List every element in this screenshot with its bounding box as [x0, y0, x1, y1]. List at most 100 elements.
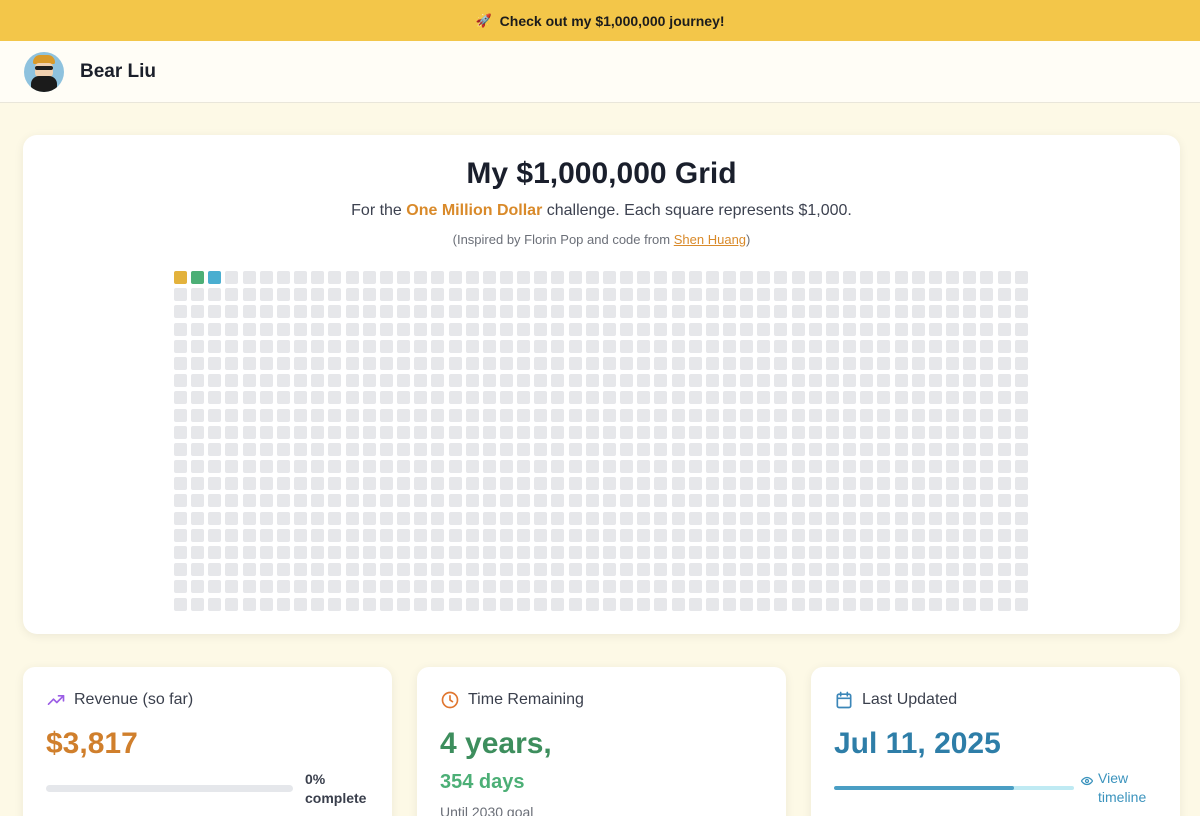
grid-square: [705, 597, 719, 611]
grid-square: [585, 356, 599, 370]
grid-square: [585, 528, 599, 542]
grid-square: [465, 339, 479, 353]
grid-square: [963, 374, 977, 388]
grid-square: [191, 563, 205, 577]
grid-square: [894, 580, 908, 594]
view-timeline-label[interactable]: View timeline: [1098, 769, 1158, 807]
banner-text[interactable]: Check out my $1,000,000 journey!: [500, 13, 725, 29]
grid-square: [757, 322, 771, 336]
grid-square: [740, 546, 754, 559]
grid-square: [208, 597, 222, 611]
grid-square: [225, 511, 239, 525]
grid-square: [431, 288, 445, 302]
grid-square: [294, 511, 308, 525]
grid-square: [517, 597, 531, 611]
grid-square: [345, 477, 359, 491]
grid-square: [688, 511, 702, 525]
credit-link[interactable]: Shen Huang: [674, 232, 746, 247]
grid-square: [757, 477, 771, 491]
grid-square: [963, 511, 977, 525]
grid-square: [946, 339, 960, 353]
grid-square: [877, 494, 891, 508]
grid-square: [997, 374, 1011, 388]
grid-square: [448, 339, 462, 353]
grid-square: [620, 460, 634, 474]
grid-square: [637, 563, 651, 577]
grid-square: [362, 271, 376, 284]
grid-square: [860, 442, 874, 456]
grid-square: [379, 374, 393, 388]
grid-square: [963, 546, 977, 559]
grid-square: [191, 442, 205, 456]
grid-square: [534, 288, 548, 302]
grid-square: [482, 477, 496, 491]
grid-square: [860, 597, 874, 611]
grid-square: [980, 322, 994, 336]
grid-square: [602, 460, 616, 474]
grid-square: [499, 494, 513, 508]
grid-square: [397, 494, 411, 508]
grid-square: [414, 442, 428, 456]
grid-square: [225, 288, 239, 302]
grid-square: [963, 442, 977, 456]
grid-square: [671, 288, 685, 302]
grid-square: [654, 425, 668, 439]
grid-square: [294, 477, 308, 491]
grid-square: [654, 597, 668, 611]
grid-square: [654, 305, 668, 319]
grid-square: [602, 408, 616, 422]
grid-square: [259, 494, 273, 508]
grid-square: [946, 305, 960, 319]
grid-square: [276, 339, 290, 353]
grid-square: [723, 271, 736, 284]
grid-square: [208, 494, 222, 508]
calendar-icon: [836, 691, 852, 709]
grid-square: [225, 339, 239, 353]
grid-square: [294, 305, 308, 319]
grid-square: [705, 288, 719, 302]
grid-square: [311, 546, 325, 559]
grid-square: [448, 305, 462, 319]
grid-square: [740, 322, 754, 336]
grid-square: [688, 408, 702, 422]
grid-square: [362, 356, 376, 370]
grid-square: [997, 408, 1011, 422]
grid-square: [637, 546, 651, 559]
view-timeline-link[interactable]: View timeline: [1081, 769, 1158, 807]
grid-square: [963, 356, 977, 370]
grid-square: [877, 288, 891, 302]
grid-square: [482, 271, 496, 284]
avatar[interactable]: [24, 51, 64, 92]
grid-square: [654, 391, 668, 405]
grid-square: [877, 511, 891, 525]
grid-square: [208, 528, 222, 542]
grid-square: [620, 597, 634, 611]
grid-square: [654, 442, 668, 456]
grid-square: [225, 528, 239, 542]
grid-square: [259, 477, 273, 491]
grid-square: [602, 271, 616, 284]
grid-square: [1014, 288, 1028, 302]
grid-square: [568, 442, 582, 456]
grid-square: [568, 391, 582, 405]
rocket-icon: 🚀: [475, 12, 492, 28]
site-name[interactable]: Bear Liu: [80, 61, 156, 83]
grid-square: [534, 477, 548, 491]
grid-square: [379, 442, 393, 456]
grid-square: [225, 391, 239, 405]
grid-square: [568, 288, 582, 302]
grid-square: [843, 271, 857, 284]
grid-square: [362, 460, 376, 474]
grid-square: [963, 528, 977, 542]
grid-square: [740, 374, 754, 388]
grid-square: [448, 271, 462, 284]
grid-square: [1014, 460, 1028, 474]
grid-square: [877, 477, 891, 491]
grid-square: [997, 563, 1011, 577]
grid-square: [688, 271, 702, 284]
grid-square: [517, 391, 531, 405]
announcement-banner[interactable]: 🚀 Check out my $1,000,000 journey!: [0, 0, 1200, 41]
grid-square: [963, 580, 977, 594]
grid-square: [1014, 597, 1028, 611]
grid-square: [242, 460, 256, 474]
